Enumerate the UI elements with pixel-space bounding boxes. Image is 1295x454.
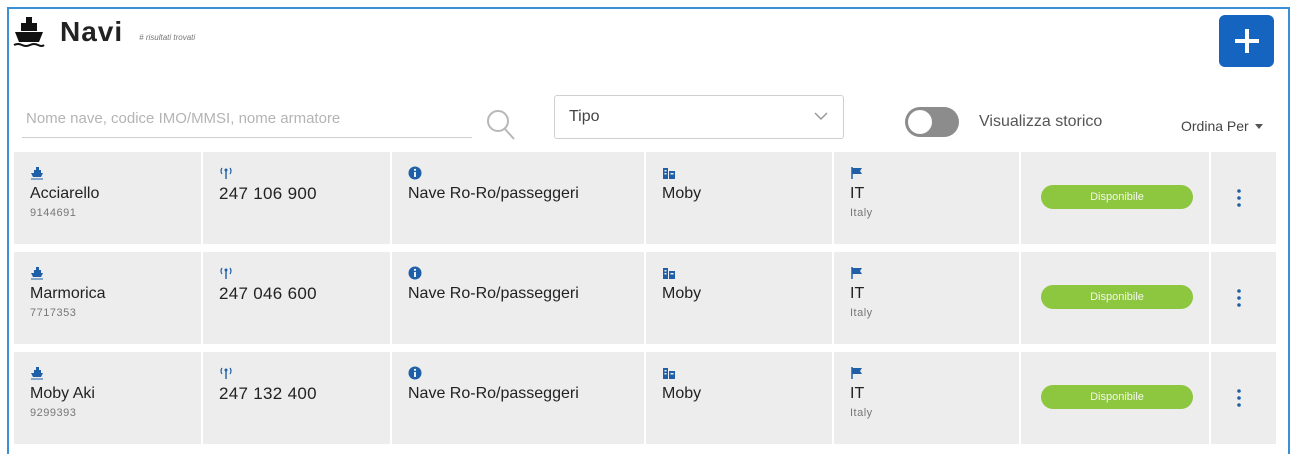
list-item[interactable]: Moby Aki 9299393 247 132 400 Nave Ro-Ro/… — [14, 352, 1276, 444]
ship-icon — [31, 167, 43, 180]
ship-flag-cell: IT Italy — [834, 252, 1021, 344]
ship-imo: 9144691 — [30, 207, 77, 219]
ship-name: Acciarello — [30, 185, 100, 202]
ship-name-cell: Marmorica 7717353 — [14, 252, 203, 344]
more-options-icon[interactable] — [1237, 188, 1241, 208]
flag-icon — [851, 367, 862, 379]
ship-name: Marmorica — [30, 285, 106, 302]
ship-type-cell: Nave Ro-Ro/passeggeri — [392, 152, 646, 244]
status-badge: Disponibile — [1041, 185, 1193, 209]
more-options-icon[interactable] — [1237, 288, 1241, 308]
more-options-icon[interactable] — [1237, 388, 1241, 408]
ship-mmsi-cell: 247 046 600 — [203, 252, 392, 344]
ship-mmsi-cell: 247 132 400 — [203, 352, 392, 444]
status-badge: Disponibile — [1041, 285, 1193, 309]
ship-type: Nave Ro-Ro/passeggeri — [408, 385, 579, 402]
status-badge: Disponibile — [1041, 385, 1193, 409]
flag-icon — [851, 167, 862, 179]
ship-flag-cell: IT Italy — [834, 152, 1021, 244]
sort-dropdown[interactable]: Ordina Per — [1181, 118, 1263, 134]
caret-down-icon — [1254, 123, 1263, 129]
search-input[interactable] — [22, 100, 472, 137]
ship-type: Nave Ro-Ro/passeggeri — [408, 185, 579, 202]
ship-owner-cell: Moby — [646, 152, 834, 244]
ship-name-cell: Moby Aki 9299393 — [14, 352, 203, 444]
history-toggle-label: Visualizza storico — [979, 113, 1103, 130]
list-item[interactable]: Marmorica 7717353 247 046 600 Nave Ro-Ro… — [14, 252, 1276, 344]
type-select[interactable]: Tipo — [554, 95, 844, 139]
ship-flag-code: IT — [850, 285, 865, 302]
ship-flag-code: IT — [850, 385, 865, 402]
row-actions-cell — [1211, 352, 1276, 444]
ship-owner: Moby — [662, 185, 702, 202]
page-header: Navi # risultati trovati — [12, 12, 195, 52]
row-actions-cell — [1211, 252, 1276, 344]
ship-status-cell: Disponibile — [1021, 152, 1211, 244]
ship-type: Nave Ro-Ro/passeggeri — [408, 285, 579, 302]
chevron-down-icon — [814, 112, 828, 121]
ship-owner-cell: Moby — [646, 352, 834, 444]
ship-owner-cell: Moby — [646, 252, 834, 344]
history-toggle[interactable] — [905, 107, 959, 137]
ship-flag-country: Italy — [850, 407, 873, 419]
ship-imo: 7717353 — [30, 307, 77, 319]
ship-status-cell: Disponibile — [1021, 252, 1211, 344]
ship-icon — [31, 267, 43, 280]
antenna-icon — [220, 367, 232, 379]
ship-name-cell: Acciarello 9144691 — [14, 152, 203, 244]
toggle-knob — [908, 110, 932, 134]
page-title: Navi — [60, 16, 124, 47]
info-icon — [408, 166, 422, 180]
ship-flag-cell: IT Italy — [834, 352, 1021, 444]
ship-imo: 9299393 — [30, 407, 77, 419]
ship-owner: Moby — [662, 385, 702, 402]
antenna-icon — [220, 267, 232, 279]
search-icon[interactable] — [485, 108, 517, 142]
ship-status-cell: Disponibile — [1021, 352, 1211, 444]
ship-icon — [13, 17, 45, 47]
add-ship-button[interactable] — [1219, 15, 1274, 67]
results-count: # risultati trovati — [139, 32, 196, 42]
list-item[interactable]: Acciarello 9144691 247 106 900 Nave Ro-R… — [14, 152, 1276, 244]
ship-owner: Moby — [662, 285, 702, 302]
ship-type-cell: Nave Ro-Ro/passeggeri — [392, 352, 646, 444]
antenna-icon — [220, 167, 232, 179]
ship-mmsi-cell: 247 106 900 — [203, 152, 392, 244]
ship-flag-country: Italy — [850, 307, 873, 319]
ship-mmsi: 247 106 900 — [219, 184, 317, 203]
ship-type-cell: Nave Ro-Ro/passeggeri — [392, 252, 646, 344]
search-field[interactable] — [22, 100, 472, 138]
building-icon — [663, 268, 675, 279]
info-icon — [408, 366, 422, 380]
building-icon — [663, 368, 675, 379]
ship-mmsi: 247 132 400 — [219, 384, 317, 403]
type-select-value: Tipo — [569, 108, 600, 125]
building-icon — [663, 168, 675, 179]
ship-flag-country: Italy — [850, 207, 873, 219]
flag-icon — [851, 267, 862, 279]
ships-list: Acciarello 9144691 247 106 900 Nave Ro-R… — [14, 152, 1276, 452]
ship-name: Moby Aki — [30, 385, 95, 402]
row-actions-cell — [1211, 152, 1276, 244]
plus-icon — [1234, 29, 1259, 53]
info-icon — [408, 266, 422, 280]
ship-flag-code: IT — [850, 185, 865, 202]
ship-mmsi: 247 046 600 — [219, 284, 317, 303]
ship-icon — [31, 367, 43, 380]
sort-label: Ordina Per — [1181, 118, 1249, 134]
